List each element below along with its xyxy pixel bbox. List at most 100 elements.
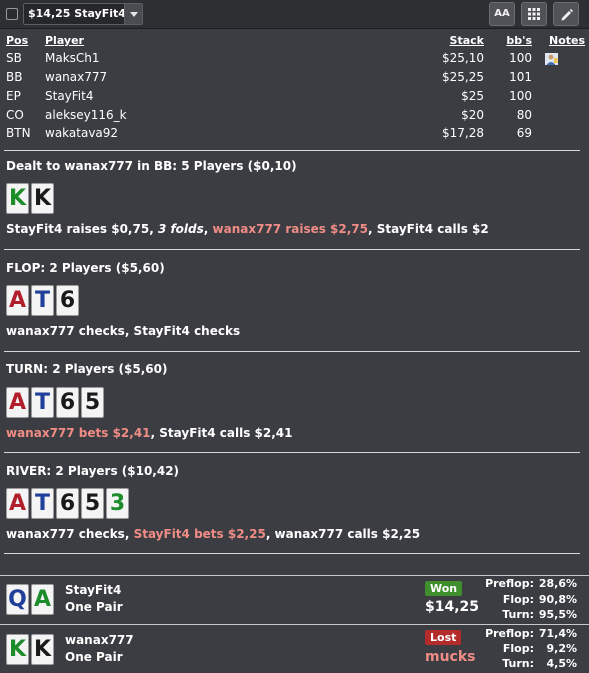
stat-label: Flop: — [502, 642, 534, 655]
river-title: RIVER: 2 Players ($10,42) — [6, 464, 180, 478]
flop-actions: wanax777 checks, StayFit4 checks — [6, 324, 240, 338]
turn-actions: wanax777 bets $2,41, StayFit4 calls $2,4… — [6, 426, 293, 440]
row-player: StayFit4 — [45, 89, 94, 103]
row-bbs: 100 — [509, 51, 532, 65]
action-segment: , StayFit4 calls $2 — [368, 222, 489, 236]
row-stack: $25 — [461, 89, 484, 103]
action-segment: , StayFit4 calls $2,41 — [150, 426, 293, 440]
action-segment: 3 folds — [157, 222, 204, 236]
row-player: wanax777 — [45, 70, 108, 84]
stat-label: Turn: — [502, 657, 534, 670]
card: T — [31, 285, 54, 316]
toolbar: $14,25 StayFit4 AA — [0, 0, 589, 29]
edit-button[interactable] — [553, 2, 579, 26]
card: A — [6, 488, 29, 519]
players-table-header: Pos Player Stack bb's Notes — [0, 34, 589, 52]
row-pos: BTN — [6, 126, 31, 140]
result-player-name: wanax777 — [65, 633, 134, 647]
row-stack: $25,25 — [442, 70, 484, 84]
divider — [4, 553, 580, 554]
card: A — [6, 285, 29, 316]
row-pos: BB — [6, 70, 23, 84]
river-actions: wanax777 checks, StayFit4 bets $2,25, wa… — [6, 527, 420, 541]
table-row: BB wanax777 $25,25 101 — [0, 70, 589, 88]
stat-value: 9,2% — [546, 642, 577, 655]
action-segment: StayFit4 raises $0,75, — [6, 222, 158, 236]
card: K — [6, 183, 29, 214]
row-pos: CO — [6, 108, 24, 122]
card: 5 — [81, 387, 104, 418]
header-player[interactable]: Player — [45, 34, 84, 47]
font-size-button[interactable]: AA — [489, 2, 515, 26]
row-player: aleksey116_k — [45, 108, 127, 122]
card: K — [31, 634, 54, 665]
table-row: EP StayFit4 $25 100 — [0, 89, 589, 107]
stat-value: 90,8% — [538, 593, 577, 606]
header-pos[interactable]: Pos — [6, 34, 28, 47]
row-player: MaksCh1 — [45, 51, 100, 65]
table-row: SB MaksCh1 $25,10 100 — [0, 51, 589, 69]
row-player: wakatava92 — [45, 126, 119, 140]
divider — [4, 452, 580, 453]
row-bbs: 101 — [509, 70, 532, 84]
stat-label: Preflop: — [485, 627, 534, 640]
row-stack: $20 — [461, 108, 484, 122]
row-bbs: 100 — [509, 89, 532, 103]
result-separator — [0, 575, 589, 576]
card: T — [31, 387, 54, 418]
stat-value: 28,6% — [538, 577, 577, 590]
stat-label: Preflop: — [485, 577, 534, 590]
hand-checkbox[interactable] — [6, 8, 18, 20]
stat-value: 4,5% — [546, 657, 577, 670]
card: K — [31, 183, 54, 214]
card: A — [6, 387, 29, 418]
action-segment: StayFit4 bets $2,25 — [133, 527, 266, 541]
flop-title: FLOP: 2 Players ($5,60) — [6, 261, 165, 275]
grid-button[interactable] — [521, 2, 547, 26]
row-pos: SB — [6, 51, 22, 65]
won-badge: Won — [425, 581, 463, 596]
preflop-title: Dealt to wanax777 in BB: 5 Players ($0,1… — [6, 159, 297, 173]
stat-label: Flop: — [502, 593, 534, 606]
result-mucks: mucks — [425, 649, 476, 665]
header-notes[interactable]: Notes — [549, 34, 585, 47]
action-segment: , wanax777 calls $2,25 — [265, 527, 421, 541]
row-pos: EP — [6, 89, 21, 103]
divider — [4, 249, 580, 250]
stat-value: 71,4% — [538, 627, 577, 640]
result-hand: One Pair — [65, 600, 123, 614]
row-stack: $17,28 — [442, 126, 484, 140]
card: 6 — [56, 488, 79, 519]
card: 3 — [106, 488, 129, 519]
action-segment: , — [203, 222, 213, 236]
grid-icon — [528, 8, 540, 20]
turn-title: TURN: 2 Players ($5,60) — [6, 362, 168, 376]
row-bbs: 69 — [516, 126, 532, 140]
card: 5 — [81, 488, 104, 519]
header-stack[interactable]: Stack — [450, 34, 484, 47]
action-segment: wanax777 bets $2,41 — [6, 426, 151, 440]
divider — [4, 351, 580, 352]
user-note-icon[interactable] — [545, 53, 558, 65]
card: T — [31, 488, 54, 519]
row-bbs: 80 — [516, 108, 532, 122]
action-segment: wanax777 raises $2,75 — [212, 222, 369, 236]
hand-select-value: $14,25 StayFit4 — [28, 7, 126, 20]
lost-badge: Lost — [425, 630, 462, 645]
header-bbs[interactable]: bb's — [506, 34, 532, 47]
card: 6 — [56, 387, 79, 418]
divider — [4, 150, 580, 151]
chevron-down-icon[interactable] — [124, 4, 142, 24]
table-row: CO aleksey116_k $20 80 — [0, 108, 589, 126]
card: Q — [6, 584, 29, 615]
table-row: BTN wakatava92 $17,28 69 — [0, 126, 589, 144]
card: 6 — [56, 285, 79, 316]
hand-select[interactable]: $14,25 StayFit4 — [23, 3, 143, 25]
result-separator — [0, 624, 589, 625]
action-segment: wanax777 checks, StayFit4 checks — [6, 324, 241, 338]
preflop-actions: StayFit4 raises $0,75, 3 folds, wanax777… — [6, 222, 489, 236]
card: A — [31, 584, 54, 615]
result-player-name: StayFit4 — [65, 583, 122, 597]
card: K — [6, 634, 29, 665]
result-hand: One Pair — [65, 650, 123, 664]
